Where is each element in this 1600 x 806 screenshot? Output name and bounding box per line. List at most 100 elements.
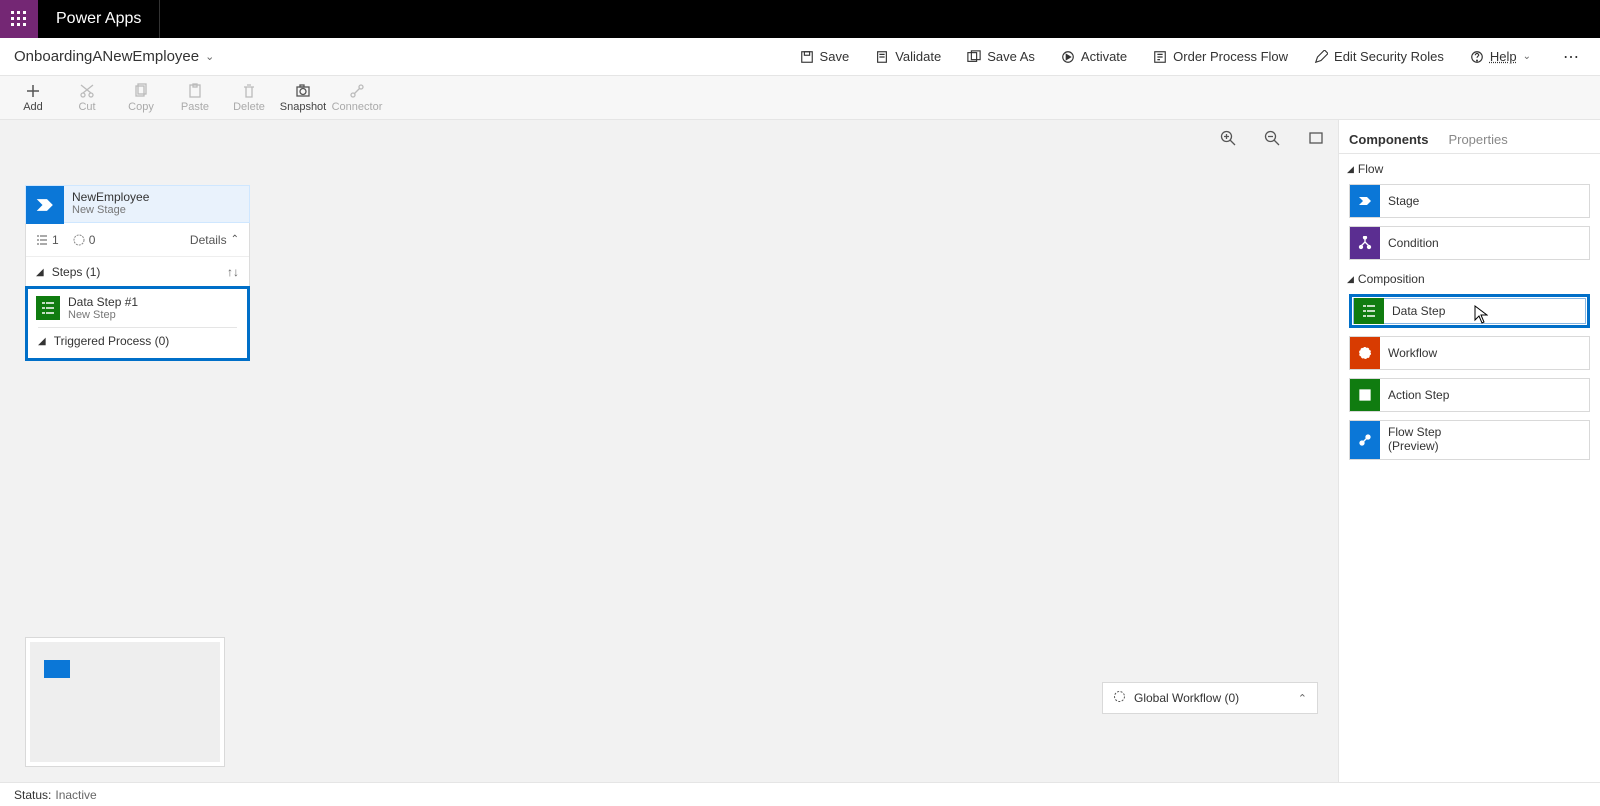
add-button[interactable]: Add: [6, 76, 60, 119]
stage-icon: [1350, 185, 1380, 217]
trash-icon: [241, 83, 257, 99]
fit-screen-icon: [1308, 130, 1324, 146]
zoom-out-icon: [1264, 130, 1280, 146]
triangle-collapse-icon: ◢: [36, 267, 44, 278]
tab-properties[interactable]: Properties: [1448, 132, 1507, 153]
chevron-down-icon: ⌄: [205, 50, 214, 63]
reorder-arrows[interactable]: ↑↓: [227, 265, 239, 279]
help-button[interactable]: Help ⌄: [1470, 49, 1531, 64]
status-value: Inactive: [55, 788, 96, 802]
pencil-icon: [1314, 50, 1328, 64]
activate-icon: [1061, 50, 1075, 64]
minimap-stage-chip: [44, 660, 70, 678]
stage-subtitle: New Stage: [72, 204, 149, 216]
top-bar: Power Apps: [0, 0, 1600, 38]
stage-header[interactable]: NewEmployee New Stage: [25, 185, 250, 223]
plus-icon: [25, 83, 41, 99]
data-step-row[interactable]: Data Step #1 New Step: [28, 289, 247, 327]
stage-title-block: NewEmployee New Stage: [64, 186, 157, 222]
right-panel-tabs: Components Properties: [1339, 120, 1600, 154]
connector-button[interactable]: Connector: [330, 76, 384, 119]
minimap-viewport: [30, 642, 220, 762]
camera-icon: [295, 83, 311, 99]
chevron-up-icon: ⌃: [231, 234, 239, 245]
validate-icon: [875, 50, 889, 64]
right-panel: Components Properties ◢ Flow Stage Condi…: [1338, 120, 1600, 782]
steps-count-chip: 1: [36, 233, 59, 247]
delete-button[interactable]: Delete: [222, 76, 276, 119]
scissors-icon: [79, 83, 95, 99]
triangle-collapse-icon: ◢: [1347, 164, 1354, 175]
component-condition[interactable]: Condition: [1349, 226, 1590, 260]
waffle-icon: [11, 11, 27, 27]
triangle-collapse-icon: ◢: [38, 336, 46, 347]
canvas-view-controls: [1220, 130, 1324, 149]
details-toggle[interactable]: Details ⌃: [190, 233, 239, 247]
stage-meta-row: 1 0 Details ⌃: [26, 223, 249, 257]
spinner-icon: [1113, 690, 1126, 706]
steps-section-header[interactable]: ◢ Steps (1) ↑↓: [26, 257, 249, 287]
app-name-label: Power Apps: [38, 0, 160, 38]
activate-button[interactable]: Activate: [1061, 49, 1127, 64]
document-title-dropdown[interactable]: OnboardingANewEmployee ⌄: [14, 48, 214, 65]
status-label: Status:: [14, 788, 51, 802]
save-as-icon: [967, 50, 981, 64]
triggered-process-row[interactable]: ◢ Triggered Process (0): [28, 328, 247, 358]
data-step-icon: [36, 296, 60, 320]
canvas[interactable]: NewEmployee New Stage 1 0 Details: [0, 120, 1338, 782]
paste-icon: [187, 83, 203, 99]
spinner-icon: [73, 234, 85, 246]
flow-step-icon: [1350, 421, 1380, 459]
component-workflow[interactable]: Workflow: [1349, 336, 1590, 370]
triangle-collapse-icon: ◢: [1347, 274, 1354, 285]
connector-icon: [349, 83, 365, 99]
edit-security-roles-button[interactable]: Edit Security Roles: [1314, 49, 1444, 64]
group-flow-header[interactable]: ◢ Flow: [1339, 154, 1600, 180]
group-composition-header[interactable]: ◢ Composition: [1339, 264, 1600, 290]
condition-icon: [1350, 227, 1380, 259]
tab-components[interactable]: Components: [1349, 132, 1428, 153]
stage-title: NewEmployee: [72, 190, 149, 204]
workflow-icon: [1350, 337, 1380, 369]
zoom-out-button[interactable]: [1264, 130, 1280, 149]
data-step-icon: [1354, 298, 1384, 324]
document-title-text: OnboardingANewEmployee: [14, 48, 199, 65]
validate-button[interactable]: Validate: [875, 49, 941, 64]
save-button[interactable]: Save: [800, 49, 850, 64]
order-process-flow-button[interactable]: Order Process Flow: [1153, 49, 1288, 64]
status-bar: Status: Inactive: [0, 782, 1600, 806]
copy-button[interactable]: Copy: [114, 76, 168, 119]
paste-button[interactable]: Paste: [168, 76, 222, 119]
list-icon: [36, 234, 48, 246]
action-step-icon: [1350, 379, 1380, 411]
command-right-group: Save Validate Save As Activate Order Pro…: [800, 47, 1586, 67]
save-as-button[interactable]: Save As: [967, 49, 1035, 64]
global-workflow-tray[interactable]: Global Workflow (0) ⌃: [1102, 682, 1318, 714]
zoom-in-button[interactable]: [1220, 130, 1236, 149]
save-icon: [800, 50, 814, 64]
command-bar: OnboardingANewEmployee ⌄ Save Validate S…: [0, 38, 1600, 76]
snapshot-button[interactable]: Snapshot: [276, 76, 330, 119]
fit-screen-button[interactable]: [1308, 130, 1324, 149]
edit-toolbar: Add Cut Copy Paste Delete Snapshot Conne…: [0, 76, 1600, 120]
main-area: NewEmployee New Stage 1 0 Details: [0, 120, 1600, 782]
cut-button[interactable]: Cut: [60, 76, 114, 119]
workflow-count-chip: 0: [73, 233, 96, 247]
component-action-step[interactable]: Action Step: [1349, 378, 1590, 412]
chevron-up-icon: ⌃: [1298, 692, 1307, 705]
more-commands-button[interactable]: ⋯: [1557, 47, 1586, 67]
chevron-down-icon: ⌄: [1523, 51, 1531, 62]
component-data-step[interactable]: Data Step: [1349, 294, 1590, 328]
app-launcher-button[interactable]: [0, 0, 38, 38]
copy-icon: [133, 83, 149, 99]
component-stage[interactable]: Stage: [1349, 184, 1590, 218]
order-icon: [1153, 50, 1167, 64]
component-flow-step[interactable]: Flow Step (Preview): [1349, 420, 1590, 460]
data-step-text: Data Step #1 New Step: [68, 295, 138, 321]
help-icon: [1470, 50, 1484, 64]
zoom-in-icon: [1220, 130, 1236, 146]
stage-body: 1 0 Details ⌃ ◢ Steps (1) ↑↓: [25, 223, 250, 361]
stage-card[interactable]: NewEmployee New Stage 1 0 Details: [25, 185, 250, 361]
selected-steps-block: Data Step #1 New Step ◢ Triggered Proces…: [25, 286, 250, 361]
minimap[interactable]: [25, 637, 225, 767]
